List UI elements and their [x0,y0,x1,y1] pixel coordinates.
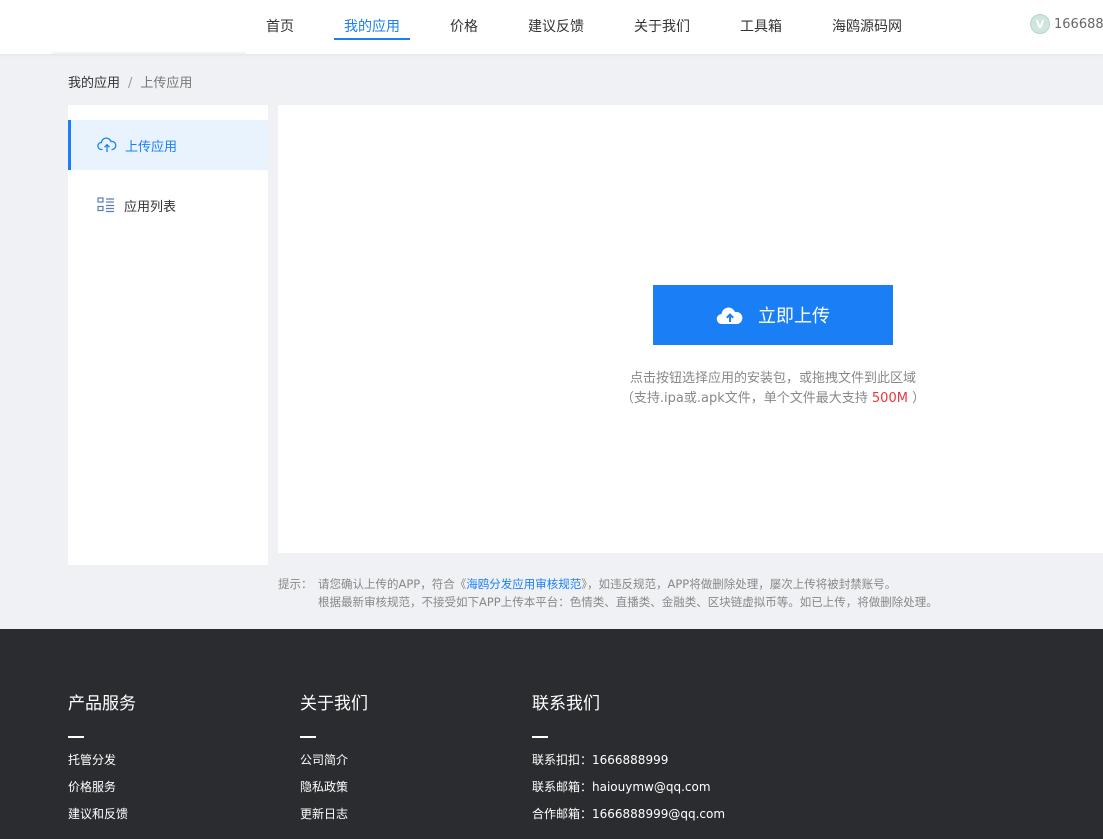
footer-link-company[interactable]: 公司简介 [300,752,368,779]
sidebar-item-app-list[interactable]: 应用列表 [68,180,268,230]
footer-link-hosting[interactable]: 托管分发 [68,752,136,779]
nav-source-site[interactable]: 海鸥源码网 [832,16,902,36]
tips-line1-prefix: 请您确认上传的APP，符合《 [318,577,467,591]
breadcrumb-current: 上传应用 [140,76,193,91]
active-nav-indicator [334,38,410,40]
cloud-upload-icon [716,304,744,326]
sidebar-item-label: 应用列表 [124,199,177,215]
upload-button[interactable]: 立即上传 [653,285,893,345]
footer-col-title: 产品服务 [68,694,136,714]
sidebar: 上传应用 应用列表 [68,105,268,565]
sidebar-item-upload[interactable]: 上传应用 [68,120,268,170]
footer-link-privacy[interactable]: 隐私政策 [300,779,368,806]
footer-contact-qq: 联系扣扣：1666888999 [532,753,669,767]
nav-my-apps[interactable]: 我的应用 [344,16,400,36]
nav-toolbox[interactable]: 工具箱 [740,16,782,36]
cloud-upload-icon [97,135,117,155]
nav-pricing[interactable]: 价格 [450,16,478,36]
footer-link-feedback[interactable]: 建议和反馈 [68,806,136,833]
footer-col-title: 联系我们 [532,694,600,714]
review-guidelines-link[interactable]: 海鸥分发应用审核规范 [466,577,581,591]
format-hint-suffix: ） [907,391,926,406]
format-hint-prefix: （支持.ipa或.apk文件，单个文件最大支持 [620,391,872,406]
max-size-value: 500M [871,391,908,406]
header-divider [52,52,246,54]
tips-line2: 根据最新审核规范，不接受如下APP上传本平台：色情类、直播类、金融类、区块链虚拟… [318,595,938,609]
avatar: V [1030,14,1050,34]
footer-col-contact: 联系我们 联系扣扣：1666888999 联系邮箱：haiouymw@qq.co… [532,689,725,833]
nav-home[interactable]: 首页 [266,16,294,36]
tips-line1-suffix: 》，如违反规范，APP将做删除处理，屡次上传将被封禁账号。 [581,577,897,591]
nav-feedback[interactable]: 建议反馈 [528,16,584,36]
upload-button-label: 立即上传 [758,306,830,327]
footer-col-about: 关于我们 公司简介 隐私政策 更新日志 [300,689,368,833]
tips-label: 提示： [278,577,313,591]
top-header: 首页 我的应用 价格 建议反馈 关于我们 工具箱 海鸥源码网 V 1666888 [0,0,1103,54]
footer-link-changelog[interactable]: 更新日志 [300,806,368,833]
upload-format-hint: （支持.ipa或.apk文件，单个文件最大支持 500M ） [278,387,1103,406]
upload-panel[interactable]: 立即上传 点击按钮选择应用的安装包，或拖拽文件到此区域 （支持.ipa或.apk… [278,105,1103,553]
upload-hint: 点击按钮选择应用的安装包，或拖拽文件到此区域 [629,371,916,386]
user-menu[interactable]: V 1666888 [1030,14,1103,34]
footer-divider [532,736,548,738]
footer-contact-business-email: 合作邮箱：1666888999@qq.com [532,807,726,821]
breadcrumb: 我的应用 / 上传应用 [68,72,192,91]
footer-link-pricing[interactable]: 价格服务 [68,779,136,806]
nav-about[interactable]: 关于我们 [634,16,690,36]
breadcrumb-parent[interactable]: 我的应用 [68,76,120,91]
footer-col-title: 关于我们 [300,694,368,714]
footer: 产品服务 托管分发 价格服务 建议和反馈 关于我们 公司简介 隐私政策 更新日志… [0,629,1103,839]
footer-divider [300,736,316,738]
footer-contact-email: 联系邮箱：haiouymw@qq.com [532,780,711,794]
footer-col-products: 产品服务 托管分发 价格服务 建议和反馈 [68,689,136,833]
user-name: 1666888 [1054,16,1103,32]
breadcrumb-separator: / [128,76,133,91]
list-icon [96,195,116,215]
upload-tips: 提示： 请您确认上传的APP，符合《海鸥分发应用审核规范》，如违反规范，APP将做… [278,575,938,611]
sidebar-item-label: 上传应用 [125,139,178,155]
footer-divider [68,736,84,738]
